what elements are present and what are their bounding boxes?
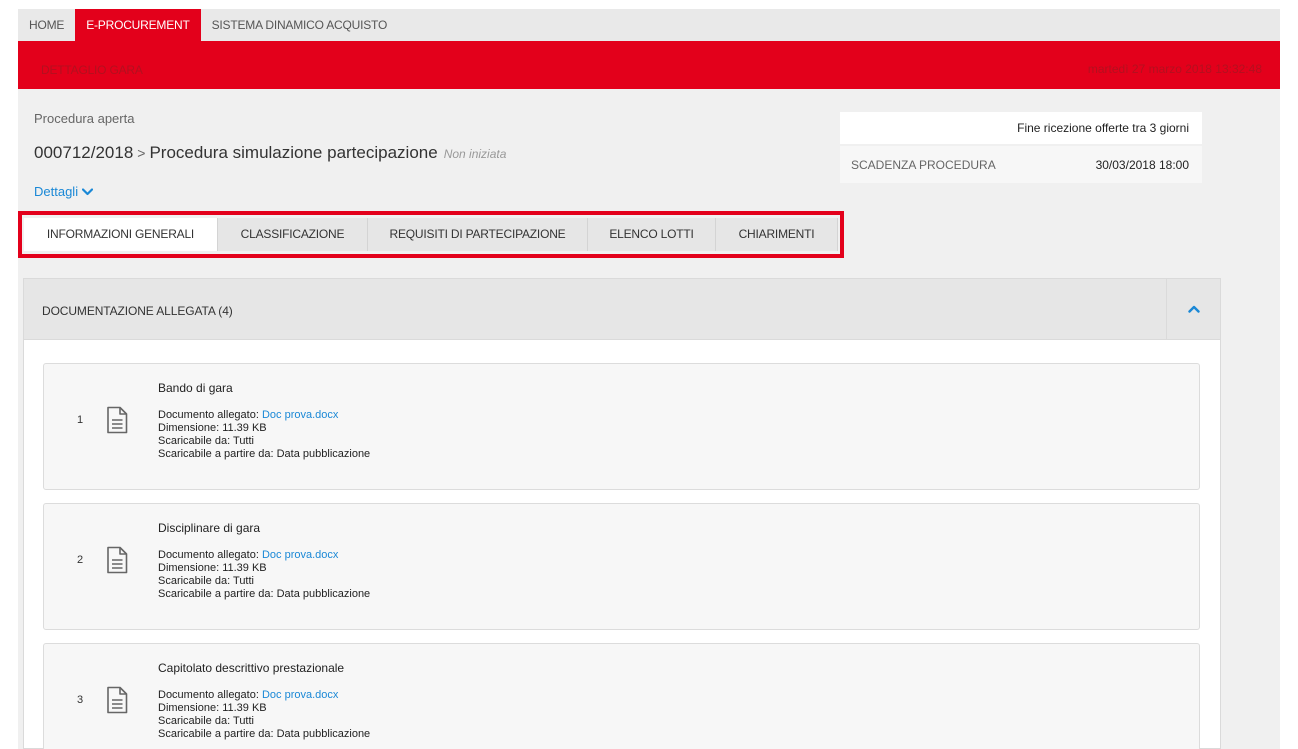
document-card: 1 Bando di gara Documento allegato: Doc … (43, 363, 1200, 490)
document-card: 2 Disciplinare di gara Documento allegat… (43, 503, 1200, 630)
nav-sistema-dinamico-acquisto[interactable]: SISTEMA DINAMICO ACQUISTO (201, 9, 398, 41)
nav-e-procurement[interactable]: E-PROCUREMENT (75, 9, 201, 41)
document-size: Dimensione: 11.39 KB (158, 562, 267, 574)
deadline-notice: Fine ricezione offerte tra 3 giorni (840, 112, 1202, 144)
document-file-icon (106, 406, 128, 439)
tab-chiarimenti[interactable]: CHIARIMENTI (716, 218, 838, 251)
deadline-box: Fine ricezione offerte tra 3 giorni SCAD… (840, 112, 1202, 183)
document-name: Capitolato descrittivo prestazionale (158, 661, 345, 675)
tab-bar: INFORMAZIONI GENERALI CLASSIFICAZIONE RE… (18, 211, 844, 258)
top-navigation: HOME E-PROCUREMENT SISTEMA DINAMICO ACQU… (18, 9, 1280, 41)
tab-elenco-lotti[interactable]: ELENCO LOTTI (588, 218, 716, 251)
deadline-value: 30/03/2018 18:00 (1095, 157, 1189, 172)
document-size: Dimensione: 11.39 KB (158, 422, 267, 434)
tab-requisiti-di-partecipazione[interactable]: REQUISITI DI PARTECIPAZIONE (368, 218, 588, 251)
document-downloadable-from: Scaricabile a partire da: Data pubblicaz… (158, 588, 371, 600)
document-index: 3 (77, 694, 84, 706)
section-title: DETTAGLIO GARA (41, 63, 143, 77)
document-index: 1 (77, 414, 84, 426)
document-download-link[interactable]: Doc prova.docx (262, 549, 338, 561)
panel-title: DOCUMENTAZIONE ALLEGATA (4) (42, 304, 233, 318)
document-details: Documento allegato: Doc prova.docx Dimen… (158, 689, 370, 741)
document-details: Documento allegato: Doc prova.docx Dimen… (158, 409, 370, 461)
procedure-header: Procedura aperta 000712/2018 > Procedura s… (34, 111, 834, 199)
document-file-icon (106, 546, 128, 579)
nav-home[interactable]: HOME (18, 9, 75, 41)
deadline-row: SCADENZA PROCEDURA 30/03/2018 18:00 (840, 146, 1202, 183)
document-name: Disciplinare di gara (158, 521, 261, 535)
panel-header: DOCUMENTAZIONE ALLEGATA (4) (24, 279, 1220, 340)
document-name: Bando di gara (158, 381, 233, 395)
document-download-link[interactable]: Doc prova.docx (262, 689, 338, 701)
chevron-down-icon (81, 184, 94, 199)
attached-documents-panel: DOCUMENTAZIONE ALLEGATA (4) 1 Bando di g… (23, 278, 1221, 749)
document-downloadable-from: Scaricabile a partire da: Data pubblicaz… (158, 728, 371, 740)
document-size: Dimensione: 11.39 KB (158, 702, 267, 714)
current-datetime: martedì 27 marzo 2018 13:32:48 (1087, 62, 1262, 76)
document-downloadable-by: Scaricabile da: Tutti (158, 715, 254, 727)
attached-label: Documento allegato: (158, 689, 259, 701)
attached-label: Documento allegato: (158, 409, 259, 421)
details-toggle-link[interactable]: Dettagli (34, 184, 94, 199)
procedure-type: Procedura aperta (34, 111, 135, 126)
procedure-code: 000712/2018 (34, 143, 134, 162)
procedure-title: 000712/2018 > Procedura simulazione partec… (34, 143, 506, 163)
document-downloadable-by: Scaricabile da: Tutti (158, 575, 254, 587)
procedure-name: Procedura simulazione partecipazione (149, 143, 438, 162)
document-file-icon (106, 686, 128, 719)
document-index: 2 (77, 554, 84, 566)
document-download-link[interactable]: Doc prova.docx (262, 409, 338, 421)
chevron-up-icon (1187, 300, 1200, 318)
section-header-bar: DETTAGLIO GARA martedì 27 marzo 2018 13:… (18, 41, 1280, 89)
procedure-status: Non iniziata (443, 147, 507, 161)
breadcrumb-separator: > (137, 145, 146, 161)
tab-classificazione[interactable]: CLASSIFICAZIONE (218, 218, 368, 251)
attached-label: Documento allegato: (158, 549, 259, 561)
document-card: 3 Capitolato descrittivo prestazionale D… (43, 643, 1200, 749)
details-link-label: Dettagli (34, 184, 79, 199)
deadline-label: SCADENZA PROCEDURA (851, 157, 996, 172)
document-downloadable-from: Scaricabile a partire da: Data pubblicaz… (158, 448, 371, 460)
document-details: Documento allegato: Doc prova.docx Dimen… (158, 549, 370, 601)
collapse-panel-button[interactable] (1166, 279, 1220, 339)
document-downloadable-by: Scaricabile da: Tutti (158, 435, 254, 447)
tab-informazioni-generali[interactable]: INFORMAZIONI GENERALI (24, 218, 218, 251)
